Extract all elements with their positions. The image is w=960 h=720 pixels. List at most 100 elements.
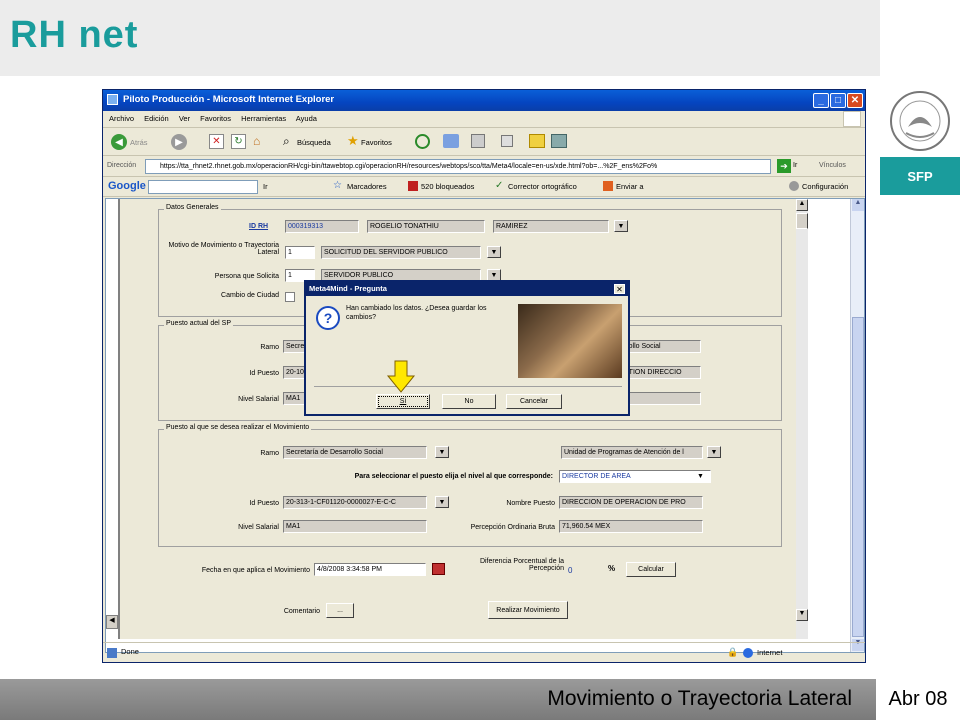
comentario-button[interactable]: ...: [326, 603, 354, 618]
scroll-down-icon[interactable]: ▼: [796, 609, 808, 621]
comentario-label: Comentario: [283, 608, 320, 615]
menu-ver[interactable]: Ver: [179, 114, 190, 123]
menu-archivo[interactable]: Archivo: [109, 114, 134, 123]
research-icon[interactable]: [551, 134, 567, 148]
history-icon[interactable]: [415, 134, 430, 149]
actual-nivel-label: Nivel Salarial: [238, 396, 279, 403]
destino-ramo-field[interactable]: Secretaría de Desarrollo Social: [283, 446, 427, 459]
page-scrollbar[interactable]: ▲ ▼: [850, 199, 864, 652]
search-label[interactable]: Búsqueda: [297, 138, 331, 147]
search-icon[interactable]: ⌕: [283, 134, 290, 149]
destino-ur-dropdown[interactable]: ▼: [707, 446, 721, 458]
menu-herramientas[interactable]: Herramientas: [241, 114, 286, 123]
motivo-code-field[interactable]: 1: [285, 246, 315, 259]
destino-ur-field[interactable]: Unidad de Programas de Atención de l: [561, 446, 703, 459]
menu-bar: Archivo Edición Ver Favoritos Herramient…: [103, 111, 865, 128]
spellcheck-menu[interactable]: Corrector ortográfico: [508, 182, 577, 191]
id-rh-link[interactable]: ID RH: [249, 223, 268, 230]
menu-favoritos[interactable]: Favoritos: [200, 114, 231, 123]
footer-date: Abr 08: [876, 679, 960, 720]
cancel-button[interactable]: Cancelar: [506, 394, 562, 409]
popup-blocker-icon: [408, 181, 418, 191]
settings-icon: [789, 181, 799, 191]
form-scrollbar[interactable]: ▲ ▼: [796, 199, 808, 639]
menu-edicion[interactable]: Edición: [144, 114, 169, 123]
dialog-titlebar: Meta4Mind - Pregunta: [306, 282, 628, 296]
page-scroll-thumb[interactable]: [852, 317, 864, 637]
dialog-message: Han cambiado los datos. ¿Desea guardar l…: [346, 305, 487, 321]
bookmarks-menu[interactable]: Marcadores: [347, 182, 387, 191]
destino-ramo-dropdown[interactable]: ▼: [435, 446, 449, 458]
destino-percepcion-field[interactable]: 71,960.54 MEX: [559, 520, 703, 533]
menu-ayuda[interactable]: Ayuda: [296, 114, 317, 123]
address-input[interactable]: https://tta_rhnet2.rhnet.gob.mx/operacio…: [145, 159, 771, 174]
actual-ramo-label: Ramo: [260, 344, 279, 351]
puesto-actual-legend: Puesto actual del SP: [164, 320, 233, 327]
google-search-input[interactable]: [148, 180, 258, 194]
dialog-close-icon[interactable]: ✕: [614, 284, 625, 294]
destino-percepcion-label: Percepción Ordinaria Bruta: [470, 524, 555, 531]
google-go[interactable]: Ir: [263, 182, 268, 191]
fecha-field[interactable]: 4/8/2008 3:34:58 PM: [314, 563, 426, 576]
go-label[interactable]: Ir: [793, 162, 797, 169]
destino-nivel-field[interactable]: MA1: [283, 520, 427, 533]
print-icon[interactable]: [471, 134, 485, 148]
home-icon[interactable]: ⌂: [253, 134, 268, 149]
actual-idpuesto-label: Id Puesto: [249, 370, 279, 377]
scroll-thumb[interactable]: [796, 213, 808, 229]
page-done-icon: [107, 648, 117, 658]
calendar-icon[interactable]: [432, 563, 445, 575]
ciudad-checkbox[interactable]: [285, 292, 295, 302]
motivo-field[interactable]: SOLICITUD DEL SERVIDOR PUBLICO: [321, 246, 481, 259]
popup-blocked[interactable]: 520 bloqueados: [421, 182, 474, 191]
actual-percepcion-field[interactable]: [621, 392, 701, 405]
actual-nombre-field[interactable]: STION DIRECCIO: [621, 366, 701, 379]
destino-nombre-field[interactable]: DIRECCION DE OPERACION DE PRO: [559, 496, 703, 509]
mail-icon[interactable]: [443, 134, 459, 148]
settings-menu[interactable]: Configuración: [802, 182, 848, 191]
motivo-dropdown[interactable]: ▼: [487, 246, 501, 258]
links-label[interactable]: Vínculos: [819, 162, 846, 169]
stop-icon[interactable]: ✕: [209, 134, 224, 149]
nivel-select-arrow-icon[interactable]: ▼: [697, 473, 704, 480]
calcular-button[interactable]: Calcular: [626, 562, 676, 577]
lock-icon: 🔒: [727, 647, 739, 657]
diferencia-label: Diferencia Porcentual de la Percepción: [479, 558, 564, 572]
first-name-field[interactable]: ROGELIO TONATHIU: [367, 220, 485, 233]
google-logo: Google: [108, 180, 146, 192]
destino-idpuesto-dropdown[interactable]: ▼: [435, 496, 449, 508]
nivel-select[interactable]: DIRECTOR DE AREA: [559, 470, 711, 483]
form-frame: Datos Generales ID RH 000319313 ROGELIO …: [118, 199, 808, 639]
destino-idpuesto-field[interactable]: 20-313-1-CF01120-0000027-E-C-C: [283, 496, 427, 509]
go-arrow-icon[interactable]: ➔: [777, 159, 791, 173]
edit-icon[interactable]: [501, 135, 513, 147]
id-lookup-button[interactable]: ▼: [614, 220, 628, 232]
maximize-button[interactable]: □: [830, 93, 846, 108]
actual-ur-field[interactable]: rrollo Social: [621, 340, 701, 353]
yes-button[interactable]: Sí: [376, 394, 430, 409]
realizar-movimiento-button[interactable]: Realizar Movimiento: [488, 601, 568, 619]
address-bar: Dirección https://tta_rhnet2.rhnet.gob.m…: [103, 157, 865, 177]
hscroll-left-icon[interactable]: ◀: [106, 615, 118, 629]
page-scroll-up-icon[interactable]: ▲: [852, 199, 864, 211]
favorites-icon[interactable]: ★: [347, 133, 359, 149]
last-name-field[interactable]: RAMIREZ: [493, 220, 609, 233]
refresh-icon[interactable]: ↻: [231, 134, 246, 149]
send-menu[interactable]: Enviar a: [616, 182, 644, 191]
minimize-button[interactable]: _: [813, 93, 829, 108]
favorites-label[interactable]: Favoritos: [361, 138, 392, 147]
fecha-label: Fecha en que aplica el Movimiento: [201, 567, 310, 574]
close-button[interactable]: ✕: [847, 93, 863, 108]
ie-icon: [107, 94, 118, 105]
no-button[interactable]: No: [442, 394, 496, 409]
back-icon[interactable]: ◀: [111, 134, 127, 150]
scroll-up-icon[interactable]: ▲: [796, 199, 808, 211]
status-done: Done: [121, 647, 139, 656]
back-label[interactable]: Atrás: [130, 138, 148, 147]
forward-icon[interactable]: ▶: [171, 134, 187, 150]
folder-icon[interactable]: [529, 134, 545, 148]
bookmark-star-icon[interactable]: ☆: [333, 180, 342, 191]
percent-sign: %: [608, 564, 616, 573]
diferencia-value: 0: [568, 566, 573, 575]
id-rh-field[interactable]: 000319313: [285, 220, 359, 233]
